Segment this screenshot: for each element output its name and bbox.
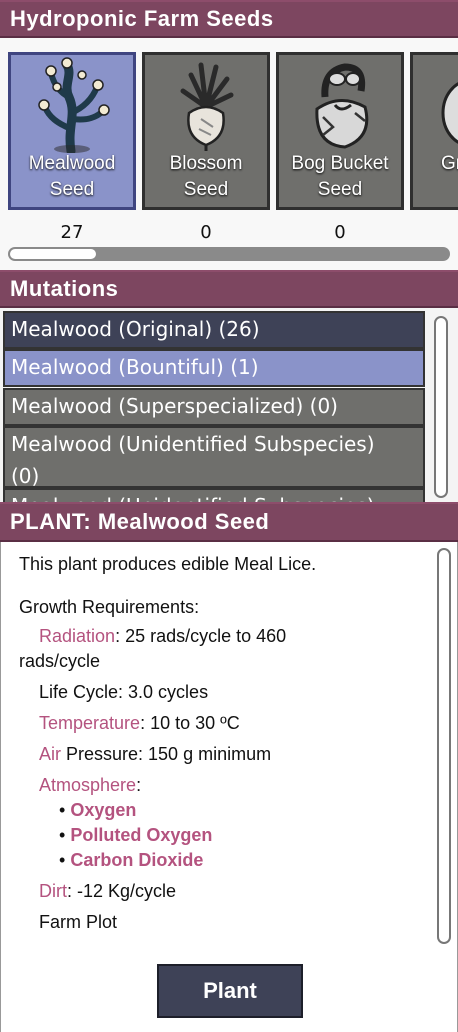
radiation-link[interactable]: Radiation [39,626,115,646]
mutation-item[interactable]: Mealwood (Superspecialized) (0) [3,388,425,426]
bog-bucket-plant-icon [315,63,369,149]
mutations-list: Mealwood (Original) (26) Mealwood (Bount… [0,308,458,502]
seed-count: 27 [60,222,84,243]
dirt-link[interactable]: Dirt [39,881,67,901]
temperature-link[interactable]: Temperature [39,713,140,733]
radiation-requirement-cont: rads/cycle [19,651,101,671]
seed-name: Gr [441,153,458,174]
seed-name: Blossom Seed [169,153,243,200]
seed-card-bog-bucket[interactable]: Bog Bucket Seed [276,52,404,210]
mutation-item-selected[interactable]: Mealwood (Bountiful) (1) [3,349,425,387]
seed-count: 0 [200,222,212,243]
mutation-item[interactable]: Mealwood (Unidentified Subspecies) [3,488,425,502]
plant-info-vertical-scrollbar[interactable] [437,548,451,944]
gas-item: • Carbon Dioxide [59,850,204,870]
mutations-header: Mutations [0,270,458,308]
seed-count: 0 [334,222,346,243]
mutation-item[interactable]: Mealwood (Original) (26) [3,311,425,349]
polluted-oxygen-link[interactable]: Polluted Oxygen [70,825,212,845]
life-cycle: Life Cycle: 3.0 cycles [39,682,209,702]
gas-item: • Oxygen [59,800,137,820]
seed-card-mealwood[interactable]: Mealwood Seed [8,52,136,210]
plant-info-panel: This plant produces edible Meal Lice. Gr… [0,542,458,1032]
seeds-header: Hydroponic Farm Seeds [0,0,458,38]
seed-name: Mealwood Seed [28,153,116,200]
blossom-plant-icon [180,62,234,151]
seed-carousel: Mealwood Seed Blossom Seed Bog Bucket Seed … [0,38,458,270]
mutations-vertical-scrollbar[interactable] [434,316,448,498]
mutation-item[interactable]: Mealwood (Unidentified Subspecies) (0) [3,426,425,488]
plant-button[interactable]: Plant [157,964,303,1018]
air-link[interactable]: Air [39,744,61,764]
seed-card-partial[interactable]: Gr [410,52,458,210]
carbon-dioxide-link[interactable]: Carbon Dioxide [70,850,203,870]
dirt-requirement: Dirt: -12 Kg/cycle [39,881,177,901]
scrollbar-thumb[interactable] [10,249,96,259]
description-text: This plant produces edible Meal Lice. [19,554,317,574]
oxygen-link[interactable]: Oxygen [70,800,136,820]
seed-name: Bog Bucket Seed [291,153,389,200]
farm-plot-requirement: Farm Plot [39,912,118,932]
atmosphere-link[interactable]: Atmosphere [39,775,136,795]
mealwood-plant-icon [38,57,110,153]
seed-horizontal-scrollbar[interactable] [8,247,450,261]
temperature-requirement: Temperature: 10 to 30 ºC [39,713,240,733]
seed-card-blossom[interactable]: Blossom Seed [142,52,270,210]
gas-item: • Polluted Oxygen [59,825,213,845]
plant-description: This plant produces edible Meal Lice. Gr… [19,552,427,935]
pressure-requirement: Air Pressure: 150 g minimum [39,744,272,764]
radiation-requirement: Radiation: 25 rads/cycle to 460 [39,626,287,646]
plant-header: PLANT: Mealwood Seed [0,502,458,542]
growth-requirements-title: Growth Requirements: [19,597,200,617]
garlic-plant-icon [441,82,458,144]
atmosphere-requirement: Atmosphere: [39,775,142,795]
